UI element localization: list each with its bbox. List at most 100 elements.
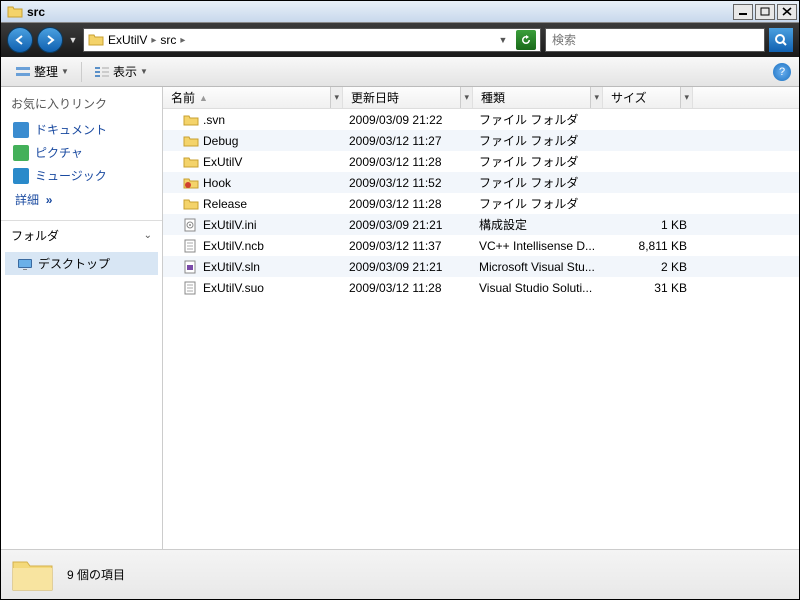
toolbar: 整理 ▼ 表示 ▼ ? — [1, 57, 799, 87]
sidebar: お気に入りリンク ドキュメントピクチャミュージック 詳細 » フォルダ ⌄ デス… — [1, 87, 163, 549]
details-link[interactable]: 詳細 » — [1, 187, 162, 212]
favorite-icon — [13, 122, 29, 138]
breadcrumb-chevron-icon[interactable]: ▸ — [180, 35, 185, 46]
file-date: 2009/03/09 21:21 — [343, 218, 473, 232]
column-dropdown-icon[interactable]: ▾ — [330, 87, 342, 108]
file-icon — [183, 239, 199, 253]
views-icon — [94, 65, 110, 79]
column-dropdown-icon[interactable]: ▾ — [460, 87, 472, 108]
file-size: 1 KB — [603, 218, 693, 232]
file-date: 2009/03/12 11:28 — [343, 281, 473, 295]
views-button[interactable]: 表示 ▼ — [88, 61, 154, 82]
title-bar: src — [1, 1, 799, 23]
breadcrumb-item[interactable]: ExUtilV — [108, 33, 147, 47]
help-button[interactable]: ? — [773, 63, 791, 81]
search-input[interactable] — [546, 33, 764, 47]
favorites-header: お気に入りリンク — [1, 87, 162, 118]
file-date: 2009/03/12 11:28 — [343, 197, 473, 211]
organize-icon — [15, 65, 31, 79]
organize-button[interactable]: 整理 ▼ — [9, 61, 75, 82]
tree-item-desktop[interactable]: デスクトップ — [5, 252, 158, 275]
forward-button[interactable] — [37, 27, 63, 53]
file-name: ExUtilV.ini — [203, 218, 257, 232]
breadcrumb-chevron-icon[interactable]: ▸ — [151, 35, 156, 46]
column-size[interactable]: サイズ ▾ — [603, 87, 693, 108]
address-folder-icon — [88, 33, 104, 47]
column-headers: 名前 ▲ ▾ 更新日時 ▾ 種類 ▾ サイズ ▾ — [163, 87, 799, 109]
column-date[interactable]: 更新日時 ▾ — [343, 87, 473, 108]
tree-item-label: デスクトップ — [38, 255, 110, 272]
desktop-icon — [17, 257, 33, 271]
file-icon — [183, 197, 199, 211]
refresh-button[interactable] — [516, 30, 536, 50]
back-button[interactable] — [7, 27, 33, 53]
nav-history-dropdown[interactable]: ▼ — [67, 27, 79, 53]
favorite-label: ミュージック — [35, 167, 107, 184]
address-dropdown-button[interactable]: ▼ — [493, 30, 513, 50]
file-row[interactable]: ExUtilV.ini 2009/03/09 21:21構成設定1 KB — [163, 214, 799, 235]
favorite-link[interactable]: ドキュメント — [1, 118, 162, 141]
file-name: Hook — [203, 176, 231, 190]
file-type: ファイル フォルダ — [473, 153, 603, 170]
file-row[interactable]: .svn 2009/03/09 21:22ファイル フォルダ — [163, 109, 799, 130]
file-name: ExUtilV.sln — [203, 260, 260, 274]
file-row[interactable]: ExUtilV.sln 2009/03/09 21:21Microsoft Vis… — [163, 256, 799, 277]
breadcrumb-item[interactable]: src — [160, 33, 176, 47]
file-type: ファイル フォルダ — [473, 195, 603, 212]
file-type: Microsoft Visual Stu... — [473, 260, 603, 274]
file-icon — [183, 281, 199, 295]
file-size: 2 KB — [603, 260, 693, 274]
sort-asc-icon: ▲ — [199, 93, 208, 103]
column-dropdown-icon[interactable]: ▾ — [680, 87, 692, 108]
maximize-button[interactable] — [755, 4, 775, 20]
file-row[interactable]: Hook2009/03/12 11:52ファイル フォルダ — [163, 172, 799, 193]
file-size: 31 KB — [603, 281, 693, 295]
file-date: 2009/03/12 11:28 — [343, 155, 473, 169]
favorite-label: ピクチャ — [35, 144, 83, 161]
file-type: Visual Studio Soluti... — [473, 281, 603, 295]
status-bar: 9 個の項目 — [1, 549, 799, 599]
organize-label: 整理 — [34, 63, 58, 80]
file-date: 2009/03/09 21:22 — [343, 113, 473, 127]
file-row[interactable]: ExUtilV 2009/03/12 11:28ファイル フォルダ — [163, 151, 799, 172]
column-dropdown-icon[interactable]: ▾ — [590, 87, 602, 108]
favorite-link[interactable]: ピクチャ — [1, 141, 162, 164]
favorite-link[interactable]: ミュージック — [1, 164, 162, 187]
file-date: 2009/03/12 11:52 — [343, 176, 473, 190]
window-folder-icon — [7, 4, 23, 20]
column-type[interactable]: 種類 ▾ — [473, 87, 603, 108]
file-size: 8,811 KB — [603, 239, 693, 253]
file-row[interactable]: Debug2009/03/12 11:27ファイル フォルダ — [163, 130, 799, 151]
file-row[interactable]: ExUtilV.ncb2009/03/12 11:37VC++ Intellis… — [163, 235, 799, 256]
chevron-down-icon: ▼ — [61, 67, 69, 76]
file-name: ExUtilV.suo — [203, 281, 264, 295]
minimize-button[interactable] — [733, 4, 753, 20]
close-button[interactable] — [777, 4, 797, 20]
address-bar[interactable]: ExUtilV ▸ src ▸ ▼ — [83, 28, 541, 52]
file-icon — [183, 155, 199, 169]
file-name: .svn — [203, 113, 225, 127]
file-icon — [183, 260, 199, 274]
file-type: ファイル フォルダ — [473, 132, 603, 149]
file-icon — [183, 113, 199, 127]
search-box — [545, 28, 765, 52]
file-date: 2009/03/09 21:21 — [343, 260, 473, 274]
file-row[interactable]: ExUtilV.suo 2009/03/12 11:28Visual Studio… — [163, 277, 799, 298]
file-type: 構成設定 — [473, 216, 603, 233]
file-name: ExUtilV — [203, 155, 242, 169]
file-name: Release — [203, 197, 247, 211]
favorite-label: ドキュメント — [35, 121, 107, 138]
folder-icon — [11, 556, 55, 594]
toolbar-divider — [81, 62, 82, 82]
file-icon — [183, 176, 199, 190]
file-list: 名前 ▲ ▾ 更新日時 ▾ 種類 ▾ サイズ ▾ .svn 2009/03/09 … — [163, 87, 799, 549]
search-button[interactable] — [769, 28, 793, 52]
column-name[interactable]: 名前 ▲ ▾ — [163, 87, 343, 108]
favorite-icon — [13, 168, 29, 184]
chevron-down-icon: ▼ — [140, 67, 148, 76]
status-text: 9 個の項目 — [67, 566, 125, 583]
file-type: ファイル フォルダ — [473, 111, 603, 128]
file-row[interactable]: Release 2009/03/12 11:28ファイル フォルダ — [163, 193, 799, 214]
file-icon — [183, 218, 199, 232]
folders-tree-header[interactable]: フォルダ ⌄ — [1, 220, 162, 250]
